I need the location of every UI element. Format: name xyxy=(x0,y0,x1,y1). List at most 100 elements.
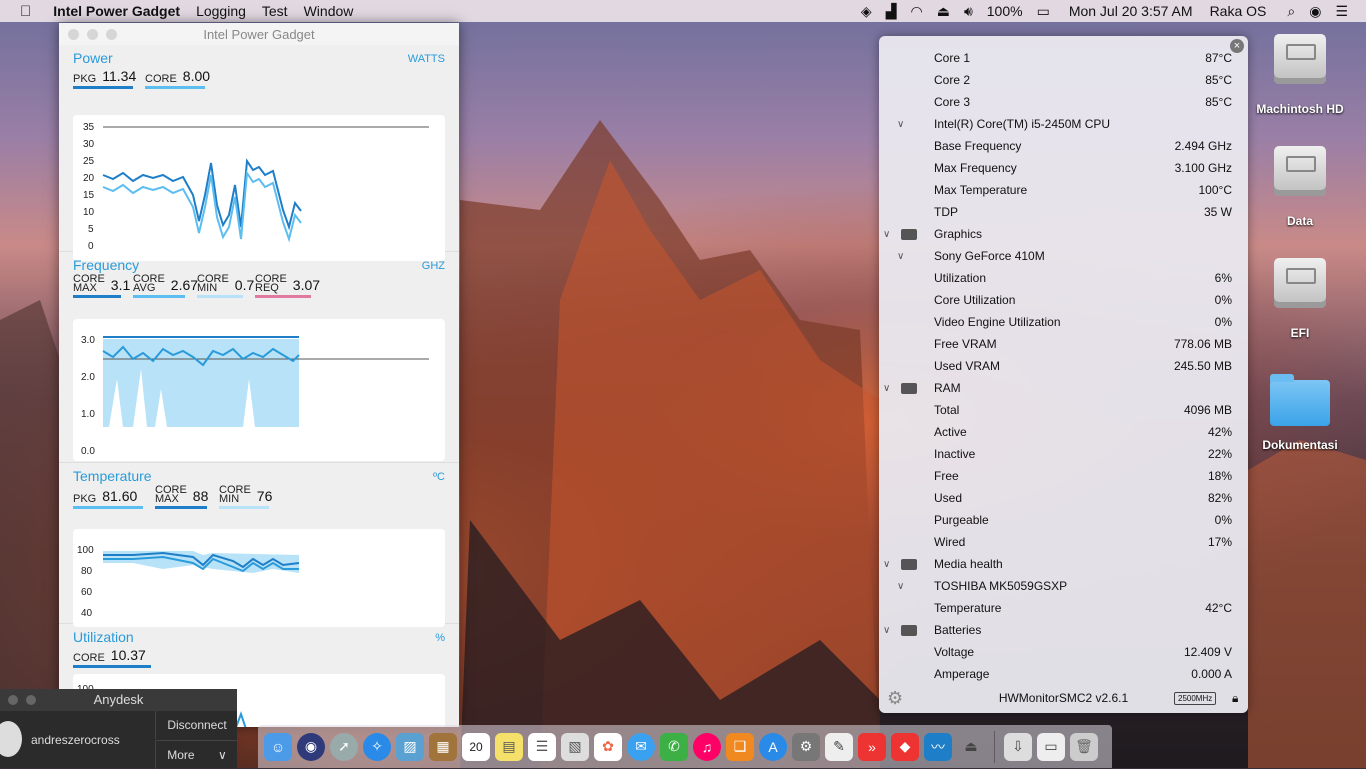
desktop-icon-dokumentasi[interactable]: Dokumentasi xyxy=(1250,374,1350,452)
sensor-row[interactable]: Used VRAM 245.50 MB xyxy=(879,355,1248,377)
sensor-row[interactable]: Utilization 6% xyxy=(879,267,1248,289)
desktop-icon-label: Data xyxy=(1286,214,1313,228)
category-icon xyxy=(901,558,917,570)
freq-max-label: MAX xyxy=(73,282,97,294)
sensor-row[interactable]: Inactive 22% xyxy=(879,443,1248,465)
sensor-row[interactable]: Core 3 85°C xyxy=(879,91,1248,113)
temperature-chart-svg: 100 80 60 40 xyxy=(77,545,300,619)
facetime-icon[interactable]: ✆ xyxy=(660,732,688,761)
apple-menu-icon[interactable]:  xyxy=(0,3,39,20)
sensor-row[interactable]: Wired 17% xyxy=(879,531,1248,553)
battery-percent[interactable]: 100% xyxy=(980,3,1030,19)
nvidia-icon[interactable]: ◈ xyxy=(854,3,879,20)
chevron-down-icon[interactable]: ∨ xyxy=(883,625,890,636)
category-icon xyxy=(901,228,917,240)
menu-window[interactable]: Window xyxy=(296,3,362,19)
messages-icon[interactable]: ✉ xyxy=(627,732,655,761)
notes-book-icon[interactable]: ▦ xyxy=(429,732,457,761)
reminders-icon[interactable]: ☰ xyxy=(528,732,556,761)
power-ytick: 15 xyxy=(83,190,95,201)
sensor-row[interactable]: ∨ Intel(R) Core(TM) i5-2450M CPU xyxy=(879,113,1248,135)
sensor-row[interactable]: Core Utilization 0% xyxy=(879,289,1248,311)
frequency-badge[interactable]: 2500MHz xyxy=(1174,691,1217,705)
siri-icon[interactable]: ◉ xyxy=(1302,3,1328,20)
sensor-row[interactable]: Free VRAM 778.06 MB xyxy=(879,333,1248,355)
sensor-row[interactable]: ∨ TOSHIBA MK5059GSXP xyxy=(879,575,1248,597)
desktop-icon-efi[interactable]: EFI xyxy=(1250,258,1350,340)
sensor-row[interactable]: ∨ Batteries xyxy=(879,619,1248,641)
spotlight-search-icon[interactable]: ⌕ xyxy=(1273,3,1302,20)
sensor-row[interactable]: Used 82% xyxy=(879,487,1248,509)
itunes-icon[interactable]: ♫ xyxy=(693,732,721,761)
anydesk-icon[interactable]: » xyxy=(858,732,886,761)
sensor-row[interactable]: Max Frequency 3.100 GHz xyxy=(879,157,1248,179)
power-gadget-icon[interactable]: 〰 xyxy=(924,732,952,761)
desktop-icon-machintosh-hd[interactable]: Machintosh HD xyxy=(1250,34,1350,116)
calendar-icon[interactable]: 20 xyxy=(462,732,490,761)
chevron-down-icon[interactable]: ∨ xyxy=(883,383,890,394)
ibooks-icon[interactable]: ❑ xyxy=(726,732,754,761)
app-store-icon[interactable]: A xyxy=(759,732,787,761)
sensor-row[interactable]: Temperature 42°C xyxy=(879,597,1248,619)
desktop-icon-data[interactable]: Data xyxy=(1250,146,1350,228)
wifi-icon[interactable]: ◠ xyxy=(903,3,929,20)
sensor-row[interactable]: Amperage 0.000 A xyxy=(879,663,1248,685)
sensor-row[interactable]: Total 4096 MB xyxy=(879,399,1248,421)
stickies-icon[interactable]: ▤ xyxy=(495,732,523,761)
chevron-down-icon[interactable]: ∨ xyxy=(897,581,904,592)
sensor-row[interactable]: ∨ Sony GeForce 410M xyxy=(879,245,1248,267)
anydesk-titlebar[interactable]: Anydesk xyxy=(0,689,237,711)
volume-icon[interactable]: 🔊︎ xyxy=(957,3,980,20)
sensor-label: Used xyxy=(934,491,963,505)
more-label: More xyxy=(167,748,195,762)
sensor-row[interactable]: ∨ Graphics xyxy=(879,223,1248,245)
chevron-down-icon[interactable]: ∨ xyxy=(897,251,904,262)
chevron-down-icon[interactable]: ∨ xyxy=(883,229,890,240)
sensor-row[interactable]: Core 1 87°C xyxy=(879,47,1248,69)
menu-logging[interactable]: Logging xyxy=(188,3,254,19)
sensor-row[interactable]: Base Frequency 2.494 GHz xyxy=(879,135,1248,157)
user-name[interactable]: Raka OS xyxy=(1200,3,1274,19)
finder-icon[interactable]: ☺ xyxy=(264,732,292,761)
sensor-row[interactable]: Purgeable 0% xyxy=(879,509,1248,531)
photos-app-icon[interactable]: ▧ xyxy=(561,732,589,761)
sensor-row[interactable]: ∨ RAM xyxy=(879,377,1248,399)
siri-icon[interactable]: ◉ xyxy=(297,732,325,761)
sensor-row[interactable]: TDP 35 W xyxy=(879,201,1248,223)
eject-icon[interactable]: ⏏ xyxy=(930,3,957,20)
window-titlebar[interactable]: Intel Power Gadget xyxy=(59,23,459,45)
anydesk-2-icon[interactable]: ◆ xyxy=(891,732,919,761)
chevron-down-icon[interactable]: ∨ xyxy=(883,559,890,570)
eject-icon[interactable]: ⏏ xyxy=(957,733,985,761)
textedit-icon[interactable]: ✎ xyxy=(825,732,853,761)
photos-icon[interactable]: ✿ xyxy=(594,732,622,761)
clock[interactable]: Mon Jul 20 3:57 AM xyxy=(1057,3,1200,19)
sensor-row[interactable]: Core 2 85°C xyxy=(879,69,1248,91)
activity-monitor-icon[interactable]: ▟ xyxy=(879,3,904,20)
trash-icon[interactable]: 🗑︎ xyxy=(1070,732,1098,761)
app-menu[interactable]: Intel Power Gadget xyxy=(39,3,188,19)
sensor-row[interactable]: Free 18% xyxy=(879,465,1248,487)
notification-center-icon[interactable]: ☰ xyxy=(1328,3,1366,20)
downloads-icon[interactable]: ⇩ xyxy=(1004,732,1032,761)
launchpad-icon[interactable]: ➚ xyxy=(330,732,358,761)
temp-pkg-metric: PKG 81.60 xyxy=(73,488,143,509)
lock-icon[interactable]: 🔒︎ xyxy=(1232,691,1238,706)
battery-icon[interactable]: ▭ xyxy=(1030,3,1057,20)
disconnect-button[interactable]: Disconnect xyxy=(155,711,238,739)
sensor-row[interactable]: Max Temperature 100°C xyxy=(879,179,1248,201)
power-ytick: 25 xyxy=(83,156,95,167)
more-button[interactable]: More ∨ xyxy=(155,740,238,769)
sensor-row[interactable]: Active 42% xyxy=(879,421,1248,443)
menu-test[interactable]: Test xyxy=(254,3,296,19)
preview-icon[interactable]: ▨ xyxy=(396,732,424,761)
documents-icon[interactable]: ▭ xyxy=(1037,732,1065,761)
sensor-row[interactable]: Voltage 12.409 V xyxy=(879,641,1248,663)
temperature-chart: 100 80 60 40 xyxy=(73,529,445,627)
sensor-row[interactable]: Video Engine Utilization 0% xyxy=(879,311,1248,333)
safari-icon[interactable]: ✧ xyxy=(363,732,391,761)
system-preferences-icon[interactable]: ⚙ xyxy=(792,732,820,761)
freq-max-metric: CORE MAX 3.1 xyxy=(73,274,130,298)
chevron-down-icon[interactable]: ∨ xyxy=(897,119,904,130)
sensor-row[interactable]: ∨ Media health xyxy=(879,553,1248,575)
